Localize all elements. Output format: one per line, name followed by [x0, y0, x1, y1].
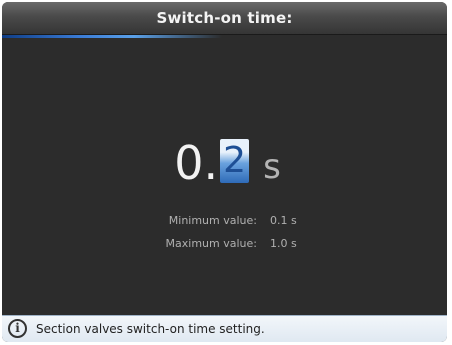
- value-integer-part: 0.: [174, 136, 219, 190]
- value-unit: s: [263, 147, 281, 187]
- screen: Switch-on time: 0. 2 s Minimum value: 0.1 …: [2, 2, 447, 342]
- page-title: Switch-on time:: [156, 9, 293, 27]
- info-icon: i: [8, 319, 27, 338]
- minimum-value: 0.1 s: [270, 214, 297, 227]
- title-accent-bar: [2, 35, 222, 38]
- minimum-value-label: Minimum value:: [168, 214, 257, 227]
- maximum-value-label: Maximum value:: [165, 237, 257, 250]
- value-editor[interactable]: 0. 2 s: [2, 130, 447, 186]
- status-message: Section valves switch-on time setting.: [36, 322, 265, 336]
- maximum-value: 1.0 s: [270, 237, 297, 250]
- title-bar: Switch-on time:: [2, 2, 447, 35]
- status-bar: i Section valves switch-on time setting.: [2, 315, 447, 342]
- editing-digit[interactable]: 2: [220, 139, 250, 183]
